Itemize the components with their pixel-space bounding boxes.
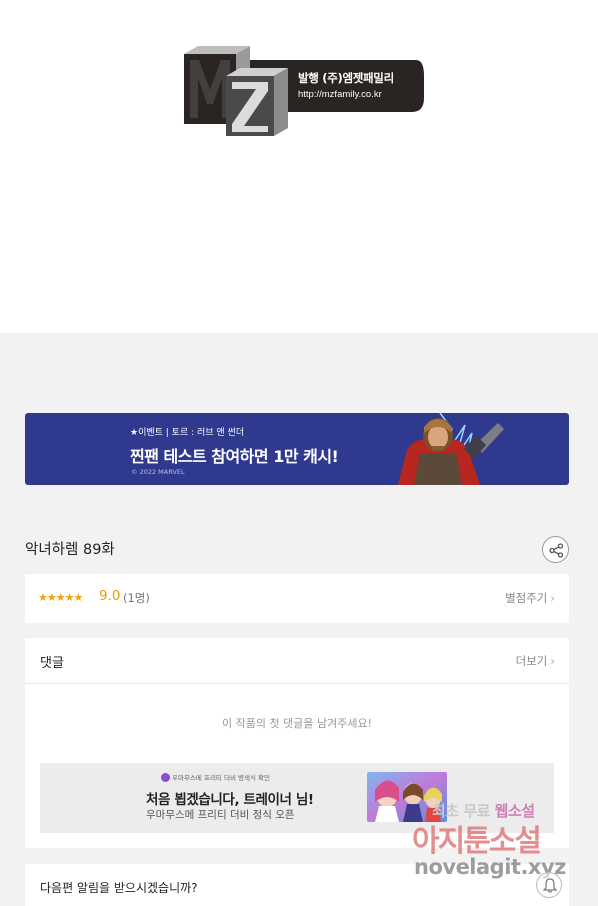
watermark: 최초 무료 웹소설 아지툰소설 novelagit.xyz bbox=[412, 800, 598, 906]
ad-subtitle-text: 우마무스메 프리티 더비 병색식 확인 bbox=[172, 774, 270, 782]
chevron-right-icon: › bbox=[550, 591, 555, 605]
empty-comments-message[interactable]: 이 작품의 첫 댓글을 남겨주세요! bbox=[25, 715, 569, 731]
episode-title: 악녀하렘 89화 bbox=[25, 542, 115, 558]
event-banner[interactable]: ★이벤트 | 토르 : 러브 앤 썬더 찐팬 테스트 참여하면 1만 캐시! ©… bbox=[25, 413, 569, 485]
comments-more-label: 더보기 bbox=[515, 654, 548, 668]
ad-title: 처음 뵙겠습니다, 트레이너 님! bbox=[146, 792, 314, 808]
publisher-name: 발행 (주)엠젯패밀리 bbox=[298, 71, 394, 85]
publisher-text: 발행 (주)엠젯패밀리 http://mzfamily.co.kr bbox=[298, 70, 394, 100]
rating-stars-icon: ★★★★★ bbox=[38, 591, 83, 604]
notification-bell-button[interactable] bbox=[536, 872, 562, 898]
game-badge-icon bbox=[161, 773, 170, 782]
notify-question: 다음편 알림을 받으시겠습니까? bbox=[40, 881, 198, 895]
banner-copyright: © 2022 MARVEL bbox=[131, 468, 185, 476]
page: 발행 (주)엠젯패밀리 http://mzfamily.co.kr ★이벤트 |… bbox=[0, 0, 598, 906]
bell-icon bbox=[543, 878, 557, 893]
share-button[interactable] bbox=[542, 536, 569, 563]
comments-header: 댓글 더보기 › bbox=[25, 638, 569, 684]
rating-count: (1명) bbox=[123, 591, 150, 605]
banner-headline: 찐팬 테스트 참여하면 1만 캐시! bbox=[130, 447, 339, 466]
banner-tag: ★이벤트 | 토르 : 러브 앤 썬더 bbox=[130, 428, 245, 438]
watermark-line2: 아지툰소설 bbox=[412, 824, 542, 859]
ad-description: 우마무스메 프리티 더비 정식 오픈 bbox=[146, 809, 295, 821]
share-icon bbox=[549, 543, 564, 558]
banner-hero-image bbox=[398, 413, 504, 485]
ad-subtitle: 우마무스메 프리티 더비 병색식 확인 bbox=[161, 772, 270, 782]
publisher-area: 발행 (주)엠젯패밀리 http://mzfamily.co.kr bbox=[0, 0, 598, 333]
chevron-right-icon: › bbox=[550, 654, 555, 668]
rate-button[interactable]: 별점주기 › bbox=[505, 590, 555, 606]
rating-score: 9.0 bbox=[99, 588, 121, 604]
rating-card: ★★★★★ 9.0 (1명) 별점주기 › bbox=[25, 574, 569, 623]
comments-more-button[interactable]: 더보기 › bbox=[516, 653, 555, 669]
publisher-url[interactable]: http://mzfamily.co.kr bbox=[298, 89, 394, 100]
rate-button-label: 별점주기 bbox=[505, 591, 548, 605]
comments-title: 댓글 bbox=[40, 656, 64, 671]
